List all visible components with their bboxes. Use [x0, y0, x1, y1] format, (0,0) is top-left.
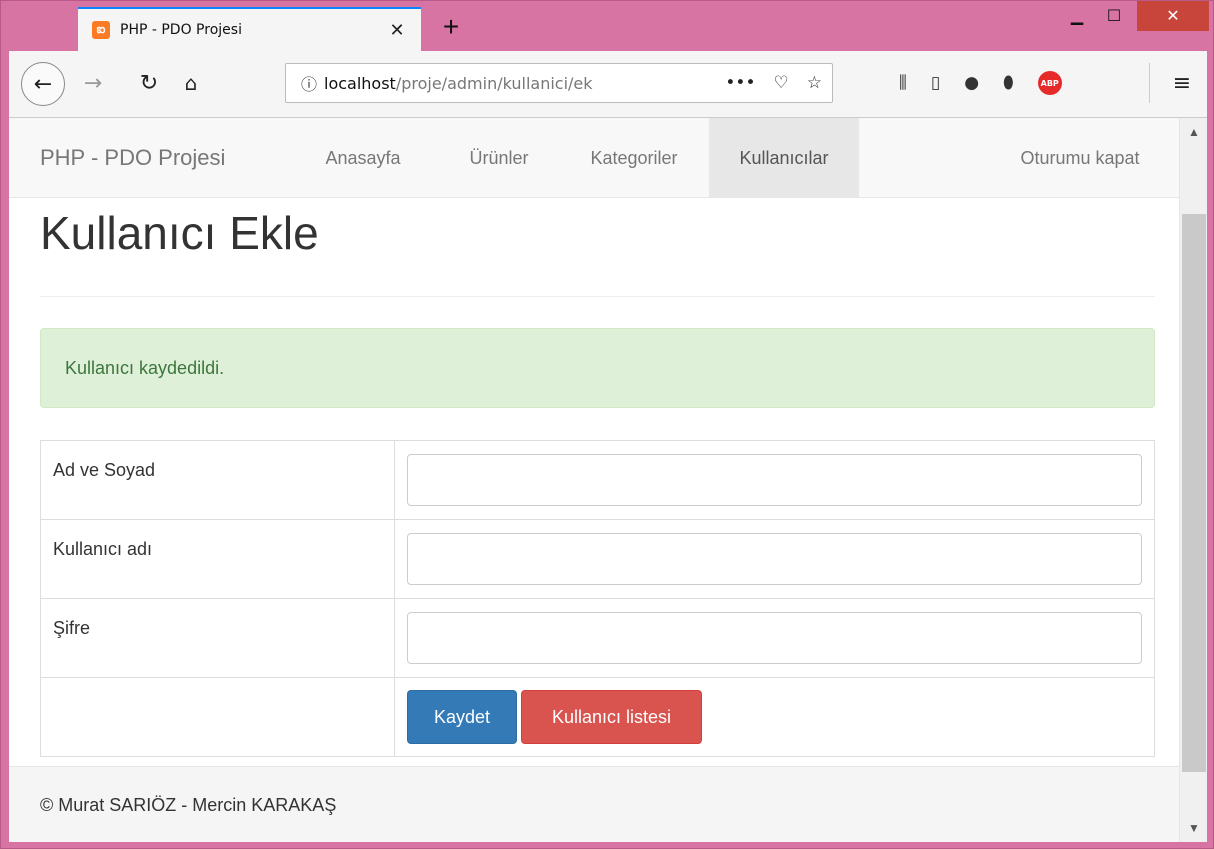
title-divider	[40, 296, 1155, 297]
maximize-icon[interactable]: ☐	[1095, 1, 1133, 31]
page-title: Kullanıcı Ekle	[40, 207, 319, 259]
url-text[interactable]: localhost/proje/admin/kullanici/ek	[324, 74, 636, 93]
forward-icon[interactable]: →	[75, 65, 111, 101]
url-host: localhost	[324, 73, 396, 93]
pocket-icon[interactable]: ♡	[774, 73, 789, 93]
info-icon[interactable]: ⓘ	[294, 71, 324, 95]
page-footer: © Murat SARIÖZ - Mercin KARAKAŞ	[9, 766, 1179, 842]
button-cell: Kaydet Kullanıcı listesi	[394, 677, 1155, 757]
reload-icon[interactable]: ↻	[131, 65, 167, 101]
shield-icon[interactable]: ⬮	[1003, 73, 1014, 93]
url-path: /proje/admin/kullanici/ek	[395, 73, 593, 93]
table-row: Kullanıcı adı	[40, 519, 1155, 599]
page-viewport: PHP - PDO Projesi Anasayfa Ürünler Kateg…	[9, 118, 1207, 842]
save-button[interactable]: Kaydet	[407, 690, 517, 744]
success-alert: Kullanıcı kaydedildi.	[40, 328, 1155, 408]
sidebar-icon[interactable]: ▯	[931, 73, 940, 93]
tab-title: PHP - PDO Projesi	[120, 22, 242, 38]
browser-toolbar: ← → ↻ ⌂ ⓘ localhost/proje/admin/kullanic…	[9, 51, 1207, 118]
adblock-icon[interactable]: ABP	[1037, 71, 1062, 95]
nav-item-logout[interactable]: Oturumu kapat	[999, 118, 1161, 198]
scroll-down-icon[interactable]: ▼	[1180, 814, 1207, 842]
browser-window: ఐ PHP - PDO Projesi ✕ + ▁ ☐ ✕ ← → ↻ ⌂ ⓘ …	[0, 0, 1214, 849]
hamburger-menu-icon[interactable]: ≡	[1165, 65, 1199, 101]
minimize-icon[interactable]: ▁	[1059, 1, 1095, 31]
xampp-icon: ఐ	[92, 21, 110, 39]
extension-icons: ⫼ ▯ ● ⬮ ABP	[899, 65, 1062, 101]
back-icon[interactable]: ←	[21, 62, 65, 106]
bookmark-star-icon[interactable]: ☆	[807, 73, 822, 93]
navbar: PHP - PDO Projesi Anasayfa Ürünler Kateg…	[9, 118, 1179, 198]
nav-item-products[interactable]: Ürünler	[439, 118, 559, 198]
field-label-password: Şifre	[40, 598, 395, 678]
field-cell	[394, 519, 1155, 599]
url-actions: ••• ♡ ☆	[725, 64, 822, 102]
empty-label-cell	[40, 677, 395, 757]
navbar-brand[interactable]: PHP - PDO Projesi	[40, 118, 225, 198]
scroll-up-icon[interactable]: ▲	[1180, 118, 1207, 146]
field-label-username: Kullanıcı adı	[40, 519, 395, 599]
table-row: Şifre	[40, 598, 1155, 678]
username-input[interactable]	[407, 533, 1142, 585]
password-input[interactable]	[407, 612, 1142, 664]
field-cell	[394, 440, 1155, 520]
field-label-name: Ad ve Soyad	[40, 440, 395, 520]
scroll-thumb[interactable]	[1182, 214, 1206, 772]
table-row: Kaydet Kullanıcı listesi	[40, 677, 1155, 757]
field-cell	[394, 598, 1155, 678]
extension-icon[interactable]: ●	[964, 73, 979, 93]
title-bar: ఐ PHP - PDO Projesi ✕ + ▁ ☐ ✕	[1, 1, 1214, 51]
new-tab-icon[interactable]: +	[433, 11, 469, 45]
nav-item-users[interactable]: Kullanıcılar	[709, 118, 859, 198]
page-actions-icon[interactable]: •••	[725, 73, 755, 93]
tab-close-icon[interactable]: ✕	[383, 20, 411, 41]
browser-tab[interactable]: ఐ PHP - PDO Projesi ✕	[78, 7, 421, 51]
library-icon[interactable]: ⫼	[899, 73, 907, 93]
table-row: Ad ve Soyad	[40, 440, 1155, 520]
nav-item-home[interactable]: Anasayfa	[307, 118, 419, 198]
home-icon[interactable]: ⌂	[173, 65, 209, 101]
fullname-input[interactable]	[407, 454, 1142, 506]
url-bar[interactable]: ⓘ localhost/proje/admin/kullanici/ek •••…	[285, 63, 833, 103]
user-form-table: Ad ve Soyad Kullanıcı adı Şifre Kaydet K…	[40, 440, 1155, 757]
nav-item-categories[interactable]: Kategoriler	[565, 118, 703, 198]
vertical-scrollbar[interactable]: ▲ ▼	[1179, 118, 1207, 842]
user-list-button[interactable]: Kullanıcı listesi	[521, 690, 702, 744]
close-window-icon[interactable]: ✕	[1137, 1, 1209, 31]
toolbar-divider	[1149, 63, 1150, 103]
footer-text: © Murat SARIÖZ - Mercin KARAKAŞ	[40, 795, 337, 815]
